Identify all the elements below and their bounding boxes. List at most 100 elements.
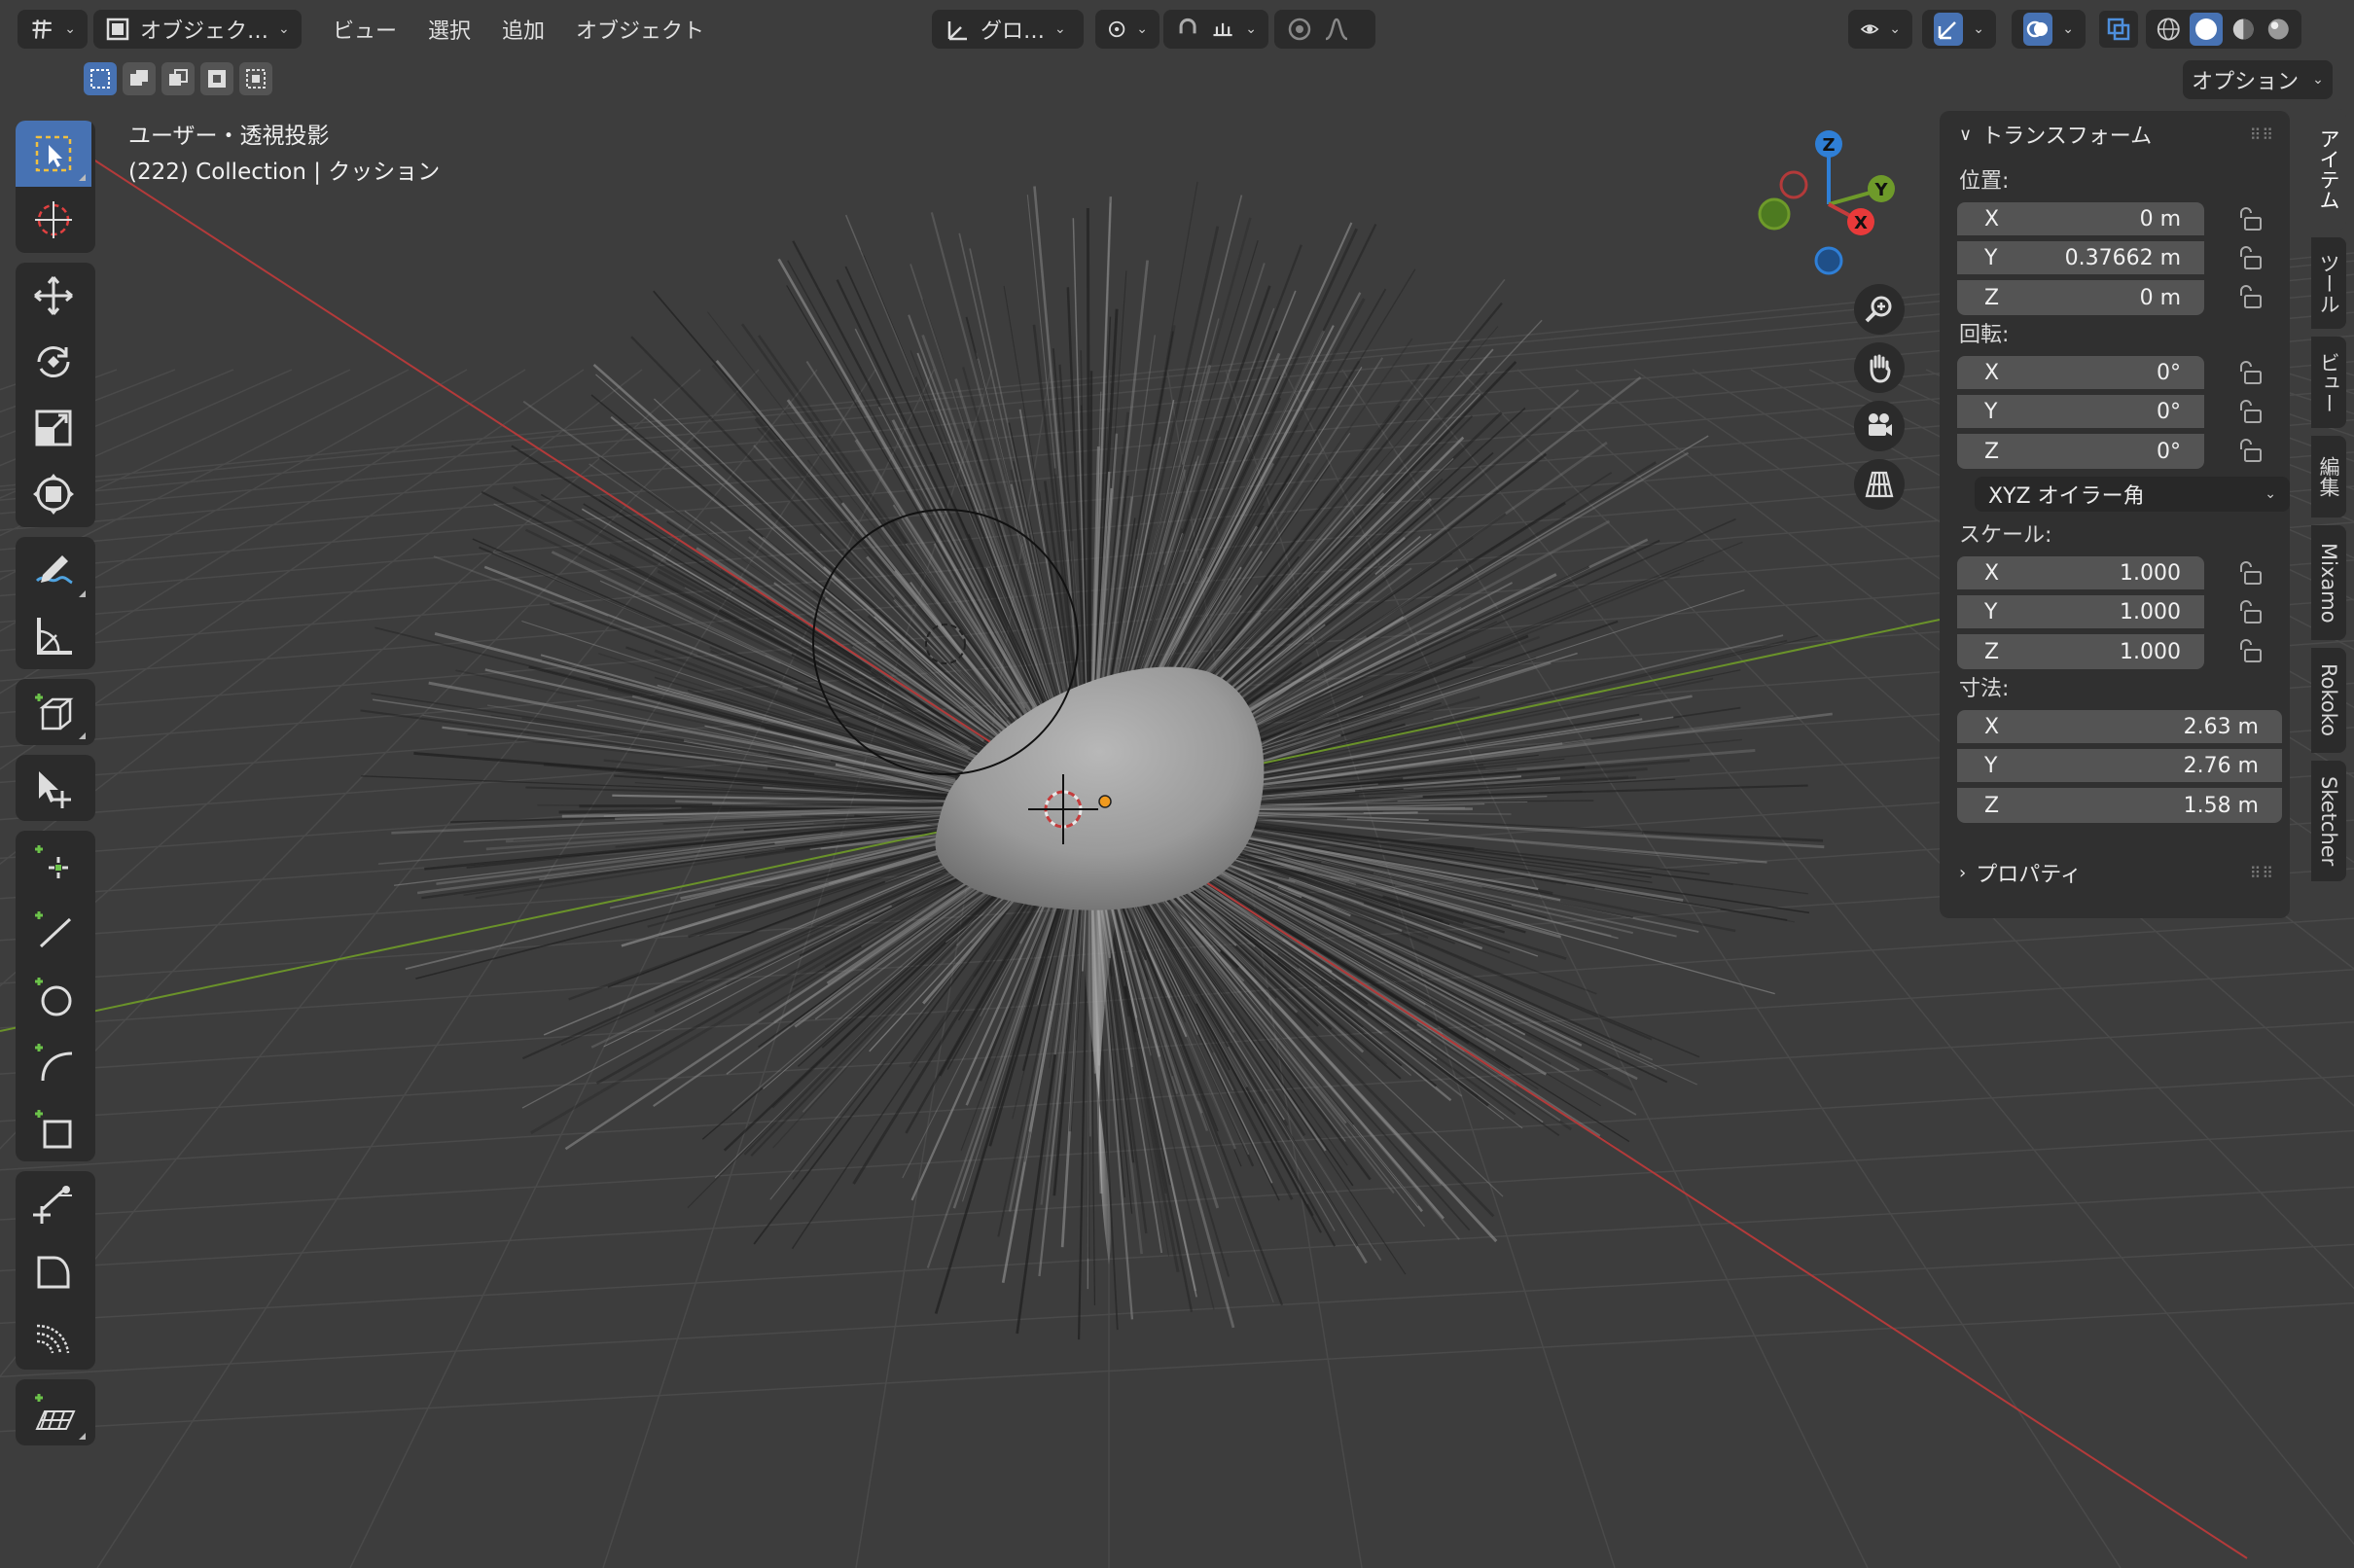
solid-shading-icon[interactable] bbox=[2193, 16, 2220, 43]
pan-button[interactable] bbox=[1854, 342, 1905, 393]
tab-mixamo[interactable]: Mixamo bbox=[2311, 525, 2346, 640]
xray-toggle[interactable] bbox=[2099, 10, 2138, 49]
rotation-z-field[interactable]: Z 0° bbox=[1957, 434, 2204, 469]
location-z-field[interactable]: Z 0 m bbox=[1957, 280, 2204, 315]
location-y-field[interactable]: Y 0.37662 m bbox=[1957, 241, 2204, 276]
pivot-point-dropdown[interactable]: ⌄ bbox=[1095, 10, 1159, 49]
select-intersect-button[interactable] bbox=[239, 62, 272, 95]
lock-toggle[interactable] bbox=[2233, 637, 2266, 666]
smooth-tool[interactable] bbox=[16, 1303, 91, 1370]
rotate-tool[interactable] bbox=[16, 329, 91, 395]
scale-x-field[interactable]: X 1.000 bbox=[1957, 556, 2204, 591]
rotation-mode-dropdown[interactable]: XYZ オイラー角 ⌄ bbox=[1975, 477, 2290, 512]
add-grid-tool[interactable] bbox=[16, 1379, 91, 1445]
lock-toggle[interactable] bbox=[2233, 398, 2266, 427]
overlay-toggle[interactable]: ⌄ bbox=[2012, 10, 2086, 49]
tab-view[interactable]: ビュー bbox=[2311, 337, 2346, 428]
lock-toggle[interactable] bbox=[2233, 437, 2266, 466]
lock-toggle[interactable] bbox=[2233, 283, 2266, 312]
projection-toggle-button[interactable] bbox=[1854, 459, 1905, 510]
shear-tool[interactable] bbox=[16, 1237, 91, 1303]
measure-ruler-icon bbox=[37, 618, 72, 655]
sidebar-tabs: アイテム ツール ビュー 編集 Mixamo Rokoko Sketcher bbox=[2311, 109, 2350, 889]
menu-view[interactable]: ビュー bbox=[321, 14, 409, 45]
measure-tool[interactable] bbox=[16, 603, 91, 669]
gizmo-toggle[interactable]: ⌄ bbox=[1922, 10, 1996, 49]
location-x-field[interactable]: X 0 m bbox=[1957, 202, 2204, 237]
lock-icon bbox=[2240, 285, 2262, 308]
tab-rokoko[interactable]: Rokoko bbox=[2311, 648, 2346, 753]
snap-controls[interactable]: ⌄ bbox=[1163, 10, 1268, 49]
dimensions-row: X 2.63 m bbox=[1940, 708, 2290, 747]
cursor-tool[interactable] bbox=[16, 187, 91, 253]
gizmo-neg-z[interactable] bbox=[1814, 246, 1843, 275]
scale-y-field[interactable]: Y 1.000 bbox=[1957, 595, 2204, 630]
add-circle-tool[interactable] bbox=[16, 963, 91, 1029]
select-subtract-button[interactable] bbox=[161, 62, 195, 95]
rotation-y-field[interactable]: Y 0° bbox=[1957, 395, 2204, 430]
select-new-button[interactable] bbox=[84, 62, 117, 95]
extrude-tool[interactable] bbox=[16, 755, 91, 821]
dimensions-z-field[interactable]: Z 1.58 m bbox=[1957, 788, 2282, 823]
mode-dropdown[interactable]: オブジェク… ⌄ bbox=[93, 10, 302, 49]
spin-tool[interactable] bbox=[16, 1171, 91, 1237]
menu-object[interactable]: オブジェクト bbox=[564, 14, 716, 45]
dimensions-row: Y 2.76 m bbox=[1940, 747, 2290, 786]
annotate-tool[interactable] bbox=[16, 537, 91, 603]
menu-add[interactable]: 追加 bbox=[490, 14, 556, 45]
add-vertex-tool[interactable] bbox=[16, 831, 91, 897]
select-box-tool[interactable] bbox=[16, 121, 91, 187]
lock-toggle[interactable] bbox=[2233, 244, 2266, 273]
move-tool[interactable] bbox=[16, 263, 91, 329]
lock-toggle[interactable] bbox=[2233, 359, 2266, 388]
add-plane-tool[interactable] bbox=[16, 1095, 91, 1161]
add-cube-tool[interactable] bbox=[16, 679, 91, 745]
tab-tool[interactable]: ツール bbox=[2311, 237, 2346, 329]
lock-icon bbox=[2240, 361, 2262, 384]
navigation-gizmo[interactable]: Z Y X bbox=[1747, 125, 1912, 290]
object-mode-icon bbox=[106, 18, 129, 41]
rotate-icon bbox=[37, 345, 70, 378]
lock-toggle[interactable] bbox=[2233, 205, 2266, 234]
rotation-row: Z 0° bbox=[1940, 432, 2290, 471]
transform-panel-header[interactable]: ∨ トランスフォーム ⠿⠿ bbox=[1940, 111, 2290, 158]
tab-edit[interactable]: 編集 bbox=[2311, 436, 2346, 517]
select-box-icon bbox=[35, 135, 72, 172]
viewport-info-text: ユーザー・透視投影 (222) Collection | クッション bbox=[128, 119, 440, 191]
rendered-shading-icon[interactable] bbox=[2264, 14, 2294, 45]
wireframe-shading-icon[interactable] bbox=[2154, 14, 2184, 45]
options-dropdown[interactable]: オプション ⌄ bbox=[2183, 60, 2333, 99]
scale-tool[interactable] bbox=[16, 395, 91, 461]
rotation-x-field[interactable]: X 0° bbox=[1957, 356, 2204, 391]
transform-orientation-dropdown[interactable]: グロ… ⌄ bbox=[932, 10, 1084, 49]
editor-type-button[interactable]: ⌄ bbox=[18, 10, 88, 49]
transform-tool[interactable] bbox=[16, 461, 91, 527]
properties-panel-header[interactable]: › プロパティ ⠿⠿ bbox=[1940, 849, 2290, 896]
visibility-dropdown[interactable]: ⌄ bbox=[1848, 10, 1912, 49]
cursor-move-icon bbox=[39, 771, 71, 808]
move-arrows-icon bbox=[34, 276, 73, 315]
gizmo-neg-y[interactable] bbox=[1758, 197, 1791, 231]
dimensions-x-field[interactable]: X 2.63 m bbox=[1957, 710, 2282, 745]
lock-toggle[interactable] bbox=[2233, 559, 2266, 588]
drag-handle-icon[interactable]: ⠿⠿ bbox=[2250, 864, 2274, 882]
proportional-editing-controls[interactable] bbox=[1274, 10, 1375, 49]
shading-modes[interactable] bbox=[2146, 10, 2301, 49]
chevron-down-icon: ⌄ bbox=[278, 21, 290, 37]
zoom-button[interactable] bbox=[1854, 284, 1905, 335]
add-edge-tool[interactable] bbox=[16, 897, 91, 963]
material-preview-icon[interactable] bbox=[2229, 14, 2259, 45]
add-curve-tool[interactable] bbox=[16, 1029, 91, 1095]
dimensions-y-field[interactable]: Y 2.76 m bbox=[1957, 749, 2282, 784]
gizmo-neg-x[interactable] bbox=[1779, 170, 1808, 199]
scale-z-field[interactable]: Z 1.000 bbox=[1957, 634, 2204, 669]
select-invert-button[interactable] bbox=[200, 62, 233, 95]
select-extend-button[interactable] bbox=[123, 62, 156, 95]
lock-toggle[interactable] bbox=[2233, 598, 2266, 627]
menu-select[interactable]: 選択 bbox=[416, 14, 482, 45]
tab-item[interactable]: アイテム bbox=[2311, 109, 2346, 230]
tab-sketcher[interactable]: Sketcher bbox=[2311, 761, 2346, 881]
shear-icon bbox=[37, 1256, 70, 1289]
camera-view-button[interactable] bbox=[1854, 401, 1905, 451]
drag-handle-icon[interactable]: ⠿⠿ bbox=[2250, 125, 2274, 144]
